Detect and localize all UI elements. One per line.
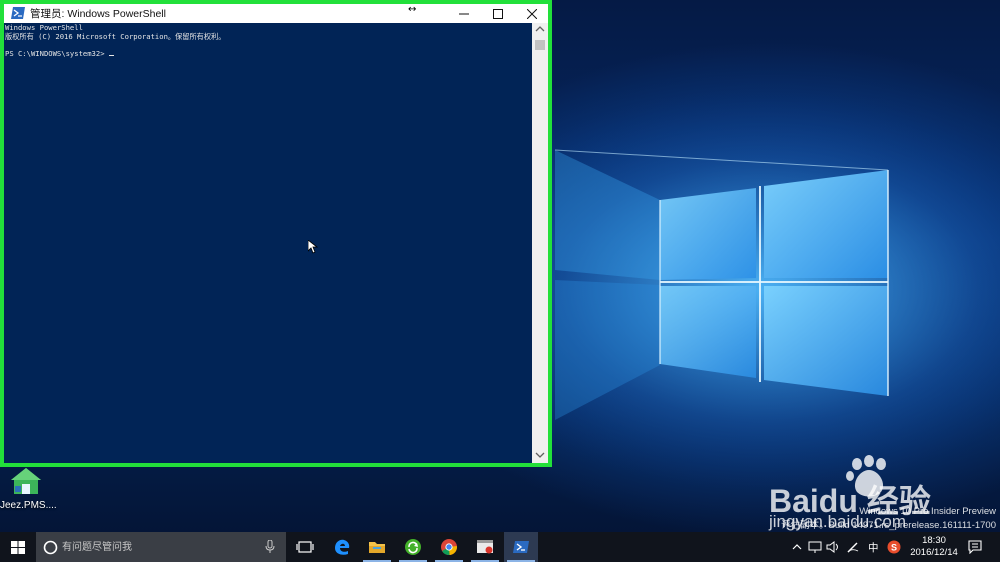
show-hidden-icons-chevron-icon[interactable] xyxy=(792,543,802,551)
watermark-url: jingyan.baidu.com xyxy=(769,512,907,531)
sogou-input-icon[interactable]: S xyxy=(887,540,901,554)
desktop-icon-jeez-pms[interactable]: Jeez.PMS.... xyxy=(0,466,57,514)
window-title: 管理员: Windows PowerShell xyxy=(30,8,166,20)
start-button[interactable] xyxy=(0,532,36,562)
taskbar-powershell[interactable] xyxy=(504,532,538,562)
task-view-button[interactable] xyxy=(288,532,322,562)
maximize-button[interactable] xyxy=(481,4,515,23)
taskbar-edge[interactable] xyxy=(325,532,359,562)
network-icon[interactable] xyxy=(808,541,822,553)
search-input[interactable] xyxy=(62,539,262,555)
desktop-icon-label: Jeez.PMS.... xyxy=(0,500,57,511)
powershell-icon xyxy=(11,7,25,19)
windows-start-icon xyxy=(11,541,25,554)
edge-browser-icon xyxy=(335,539,350,555)
vertical-scrollbar[interactable] xyxy=(532,23,548,463)
chrome-icon xyxy=(441,539,457,556)
resize-cursor-icon: ↔ xyxy=(408,4,417,15)
green-refresh-icon xyxy=(405,539,421,555)
task-view-icon xyxy=(296,541,314,553)
maximize-icon xyxy=(493,9,503,19)
minimize-icon xyxy=(459,13,469,15)
taskbar-clock[interactable]: 18:30 2016/12/14 xyxy=(904,535,964,559)
ime-indicator[interactable]: 中 xyxy=(868,540,879,555)
powershell-taskbar-icon xyxy=(513,541,529,553)
taskbar-app-window[interactable] xyxy=(468,532,502,562)
pen-workspace-icon[interactable] xyxy=(846,541,860,553)
console-output[interactable]: Windows PowerShell 版权所有 (C) 2016 Microso… xyxy=(4,23,532,463)
powershell-window[interactable]: 管理员: Windows PowerShell ↔ Windows PowerS… xyxy=(0,0,552,467)
svg-text:S: S xyxy=(891,543,897,553)
scroll-down-arrow-icon[interactable] xyxy=(535,451,545,459)
action-center-icon[interactable] xyxy=(968,540,982,554)
console-prompt: PS C:\WINDOWS\system32> xyxy=(5,48,109,58)
baidu-watermark: Baidu 经验 jingyan.baidu.com xyxy=(765,454,1000,531)
cortana-search-box[interactable] xyxy=(36,532,286,562)
taskbar-green-app[interactable] xyxy=(396,532,430,562)
taskbar-file-explorer[interactable] xyxy=(360,532,394,562)
window-titlebar[interactable]: 管理员: Windows PowerShell ↔ xyxy=(4,4,548,23)
scrollbar-thumb[interactable] xyxy=(535,40,545,50)
close-button[interactable] xyxy=(515,4,549,23)
scroll-up-arrow-icon[interactable] xyxy=(535,25,545,33)
taskbar: 中 S 18:30 2016/12/14 xyxy=(0,532,1000,562)
clock-time: 18:30 xyxy=(922,535,946,546)
minimize-button[interactable] xyxy=(447,4,481,23)
cortana-circle-icon xyxy=(43,540,58,555)
volume-icon[interactable] xyxy=(826,541,840,553)
folder-icon xyxy=(369,542,385,553)
console-line: 版权所有 (C) 2016 Microsoft Corporation。保留所有… xyxy=(5,31,226,41)
close-icon xyxy=(527,9,537,19)
microphone-icon[interactable] xyxy=(265,540,275,554)
mouse-pointer-icon xyxy=(308,240,318,254)
house-icon xyxy=(11,468,41,494)
text-cursor xyxy=(108,54,114,56)
app-window-icon xyxy=(477,540,493,554)
clock-date: 2016/12/14 xyxy=(910,547,958,558)
taskbar-chrome[interactable] xyxy=(432,532,466,562)
